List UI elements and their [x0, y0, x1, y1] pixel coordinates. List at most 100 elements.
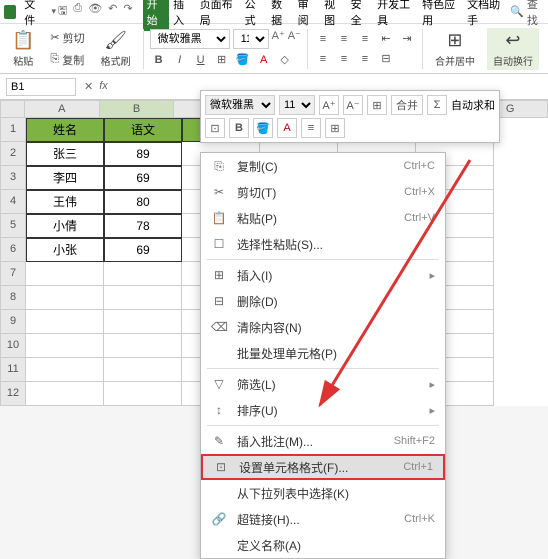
row-header[interactable]: 7: [0, 262, 26, 286]
context-menu-item[interactable]: ⊟删除(D): [201, 288, 445, 314]
tab-review[interactable]: 审阅: [294, 0, 321, 31]
context-menu-item[interactable]: 定义名称(A): [201, 532, 445, 558]
cancel-icon[interactable]: ✕: [84, 80, 93, 93]
row-header[interactable]: 6: [0, 238, 26, 262]
cell[interactable]: 王伟: [26, 190, 104, 214]
mini-autosum-icon[interactable]: Σ: [427, 95, 447, 115]
undo-icon[interactable]: ↶: [108, 2, 117, 21]
context-menu-item[interactable]: ⊞插入(I)▸: [201, 262, 445, 288]
tab-insert[interactable]: 插入: [169, 0, 196, 31]
row-header[interactable]: 4: [0, 190, 26, 214]
fx-icon[interactable]: fx: [99, 80, 108, 93]
align-top-icon[interactable]: ≡: [314, 30, 332, 48]
auto-wrap-button[interactable]: ↩ 自动换行: [487, 28, 539, 70]
border-icon[interactable]: ⊞: [213, 51, 231, 69]
preview-icon[interactable]: 👁: [88, 2, 102, 21]
row-header[interactable]: 2: [0, 142, 26, 166]
mini-align-icon[interactable]: ≡: [301, 118, 321, 138]
mini-font-name[interactable]: 微软雅黑: [205, 95, 275, 115]
clear-format-icon[interactable]: ◇: [276, 51, 294, 69]
mini-border2-icon[interactable]: ⊞: [325, 118, 345, 138]
mini-increase-font-icon[interactable]: A⁺: [319, 95, 339, 115]
align-middle-icon[interactable]: ≡: [335, 30, 353, 48]
paste-button[interactable]: 📋 粘贴: [6, 28, 40, 70]
print-icon[interactable]: ⎙: [73, 2, 82, 21]
row-header[interactable]: 11: [0, 358, 26, 382]
col-header-b[interactable]: B: [100, 100, 175, 118]
fill-color-icon[interactable]: 🪣: [234, 51, 252, 69]
mini-decrease-font-icon[interactable]: A⁻: [343, 95, 363, 115]
cell[interactable]: [104, 286, 182, 310]
tab-special[interactable]: 特色应用: [418, 0, 463, 31]
align-left-icon[interactable]: ≡: [314, 50, 332, 68]
mini-border-icon[interactable]: ⊞: [367, 95, 387, 115]
chevron-down-icon[interactable]: ▾: [51, 6, 56, 17]
mini-bold-icon[interactable]: B: [229, 118, 249, 138]
name-box[interactable]: [6, 78, 76, 96]
tab-developer[interactable]: 开发工具: [373, 0, 418, 31]
indent-right-icon[interactable]: ⇥: [398, 30, 416, 48]
context-menu-item[interactable]: ✎插入批注(M)...Shift+F2: [201, 428, 445, 454]
cell[interactable]: [26, 262, 104, 286]
merge-split-icon[interactable]: ⊟: [377, 50, 395, 68]
tab-formulas[interactable]: 公式: [241, 0, 268, 31]
context-menu-item[interactable]: ↕排序(U)▸: [201, 397, 445, 423]
font-color-icon[interactable]: A: [255, 51, 273, 69]
cell[interactable]: 89: [104, 142, 182, 166]
row-header[interactable]: 10: [0, 334, 26, 358]
row-header[interactable]: 1: [0, 118, 26, 142]
copy-button[interactable]: ⎘复制: [46, 50, 88, 70]
row-header[interactable]: 9: [0, 310, 26, 334]
row-header[interactable]: 8: [0, 286, 26, 310]
cell[interactable]: 80: [104, 190, 182, 214]
file-menu[interactable]: 文件: [18, 0, 49, 30]
tab-data[interactable]: 数据: [267, 0, 294, 31]
context-menu-item[interactable]: 🔗超链接(H)...Ctrl+K: [201, 506, 445, 532]
align-bottom-icon[interactable]: ≡: [356, 30, 374, 48]
mini-merge-button[interactable]: 合并: [391, 95, 423, 115]
row-header[interactable]: 12: [0, 382, 26, 406]
context-menu-item[interactable]: ⌫清除内容(N): [201, 314, 445, 340]
cell[interactable]: [104, 334, 182, 358]
cell[interactable]: 小倩: [26, 214, 104, 238]
tab-page-layout[interactable]: 页面布局: [196, 0, 241, 31]
mini-format-icon[interactable]: ⊡: [205, 118, 225, 138]
tab-doc-helper[interactable]: 文档助手: [463, 0, 508, 31]
context-menu-item[interactable]: ✂剪切(T)Ctrl+X: [201, 179, 445, 205]
context-menu-item[interactable]: 批量处理单元格(P): [201, 340, 445, 366]
cell[interactable]: 69: [104, 166, 182, 190]
underline-icon[interactable]: U: [192, 51, 210, 69]
format-painter-button[interactable]: 🖌 格式刷: [95, 28, 137, 70]
cell[interactable]: [26, 310, 104, 334]
tab-home[interactable]: 开始: [143, 0, 170, 31]
redo-icon[interactable]: ↷: [123, 2, 132, 21]
cell[interactable]: [26, 334, 104, 358]
cell[interactable]: [104, 310, 182, 334]
header-cell[interactable]: 语文: [104, 118, 182, 142]
bold-icon[interactable]: B: [150, 51, 168, 69]
context-menu-item[interactable]: ⊡设置单元格格式(F)...Ctrl+1: [201, 454, 445, 480]
italic-icon[interactable]: I: [171, 51, 189, 69]
cell[interactable]: [26, 358, 104, 382]
cell[interactable]: [104, 262, 182, 286]
cell[interactable]: [26, 382, 104, 406]
cell[interactable]: 李四: [26, 166, 104, 190]
row-header[interactable]: 5: [0, 214, 26, 238]
indent-left-icon[interactable]: ⇤: [377, 30, 395, 48]
cell[interactable]: 69: [104, 238, 182, 262]
decrease-font-icon[interactable]: A⁻: [288, 29, 301, 49]
tab-security[interactable]: 安全: [347, 0, 374, 31]
mini-fill-icon[interactable]: 🪣: [253, 118, 273, 138]
cell[interactable]: [26, 286, 104, 310]
align-right-icon[interactable]: ≡: [356, 50, 374, 68]
mini-font-size[interactable]: 11: [279, 95, 315, 115]
increase-font-icon[interactable]: A⁺: [272, 29, 285, 49]
save-icon[interactable]: 🖫: [58, 2, 67, 21]
search-box[interactable]: 🔍 查找: [510, 0, 544, 28]
context-menu-item[interactable]: ☐选择性粘贴(S)...: [201, 231, 445, 257]
context-menu-item[interactable]: 从下拉列表中选择(K): [201, 480, 445, 506]
context-menu-item[interactable]: ▽筛选(L)▸: [201, 371, 445, 397]
header-cell[interactable]: 姓名: [26, 118, 104, 142]
row-header[interactable]: 3: [0, 166, 26, 190]
merge-center-button[interactable]: ⊞ 合并居中: [429, 28, 481, 70]
